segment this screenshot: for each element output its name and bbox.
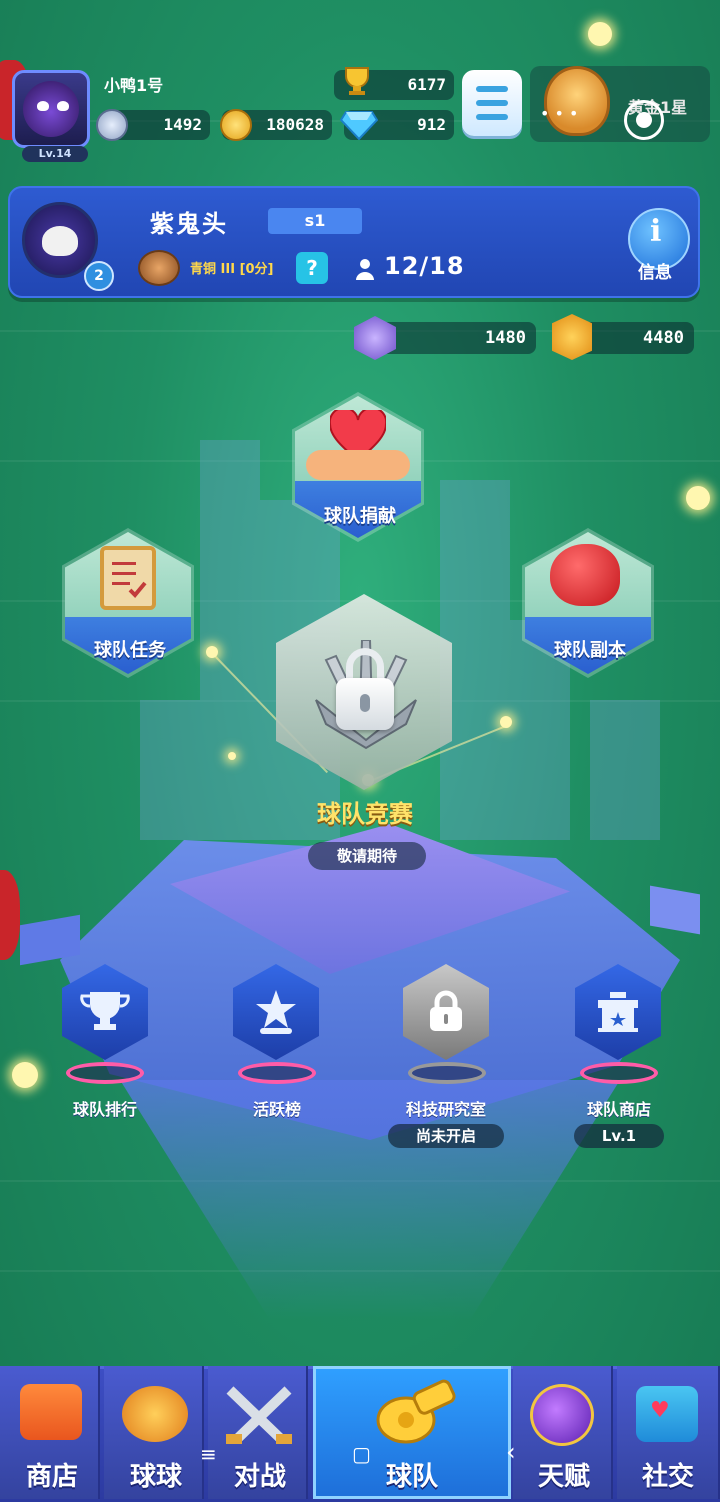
tech-status: 尚未开启 xyxy=(388,1124,504,1148)
nav-label-team: 球队 xyxy=(385,1462,438,1492)
nav-label-social: 社交 xyxy=(641,1462,694,1492)
floating-cube xyxy=(650,885,700,935)
city-building xyxy=(140,700,200,840)
battle-swords-icon xyxy=(222,1382,296,1448)
team-purple-stat: 1480 xyxy=(372,322,536,354)
lock-icon-small xyxy=(428,990,464,1032)
system-back-button[interactable]: ‹ xyxy=(506,1438,516,1466)
star-podium-icon xyxy=(250,988,302,1036)
shop-label: 球队商店 xyxy=(586,1100,651,1119)
donate-label: 球队捐献 xyxy=(324,506,396,527)
avatar-face-icon xyxy=(23,81,79,137)
purple-stat-value: 1480 xyxy=(485,328,526,348)
trophy-icon xyxy=(340,66,374,96)
team-name: 紫鬼头 xyxy=(150,210,228,238)
info-icon: i xyxy=(650,214,662,249)
city-building xyxy=(590,700,660,840)
shop-level: Lv.1 xyxy=(574,1124,664,1148)
ranking-label: 球队排行 xyxy=(72,1100,137,1119)
string-light xyxy=(588,22,612,46)
gold-value: 180628 xyxy=(266,115,324,134)
diamond-value: 912 xyxy=(417,115,446,134)
player-avatar[interactable] xyxy=(12,70,90,148)
heart-small-icon: ♥ xyxy=(650,1398,670,1423)
hands-icon xyxy=(306,450,410,480)
silver-value: 1492 xyxy=(163,115,202,134)
player-level: Lv.14 xyxy=(22,146,88,162)
main-menu-button[interactable] xyxy=(462,70,522,136)
trophy-cup-icon xyxy=(80,990,130,1034)
team-gold-stat: 4480 xyxy=(574,322,694,354)
season-badge: s1 xyxy=(268,208,362,234)
rank-help-button[interactable]: ? xyxy=(296,252,328,284)
string-light xyxy=(686,486,710,510)
activity-label: 活跃榜 xyxy=(252,1100,301,1119)
diamond-icon xyxy=(339,108,379,141)
gold-rank-medal-icon xyxy=(544,66,610,136)
talent-orb-icon xyxy=(530,1384,594,1446)
member-icon xyxy=(356,258,374,280)
shop-icon xyxy=(20,1384,82,1440)
whistle-icon xyxy=(366,1376,458,1446)
player-name: 小鸭1号 xyxy=(104,76,164,95)
clipboard-icon xyxy=(100,546,156,610)
skull-icon xyxy=(42,226,78,256)
nav-label-balls: 球球 xyxy=(129,1462,182,1492)
member-count: 12/18 xyxy=(384,252,465,280)
competition-status: 敬请期待 xyxy=(308,842,426,870)
boxing-glove-icon xyxy=(550,544,620,606)
team-level-badge: 2 xyxy=(84,261,114,291)
balls-icon xyxy=(122,1386,188,1442)
gold-stat-value: 4480 xyxy=(643,328,684,348)
capture-dot-icon xyxy=(636,112,652,128)
overlay-dots: • • • xyxy=(540,104,579,123)
silver-star-icon xyxy=(96,109,128,141)
system-menu-button[interactable]: ≡ xyxy=(200,1442,217,1466)
decor-bow xyxy=(0,870,20,960)
nav-label-battle: 对战 xyxy=(233,1462,286,1492)
team-rank: 青铜 III [0分] xyxy=(190,262,274,277)
island-base xyxy=(120,1080,620,1320)
tasks-label: 球队任务 xyxy=(94,640,166,661)
info-label: 信息 xyxy=(638,263,672,283)
shop-stall-icon xyxy=(594,990,642,1034)
gold-star-badge-icon xyxy=(552,314,592,360)
nav-label-talent: 天赋 xyxy=(537,1462,590,1492)
tech-label: 科技研究室 xyxy=(405,1100,486,1119)
trophy-value: 6177 xyxy=(407,75,446,94)
competition-title: 球队竞赛 xyxy=(317,800,413,828)
system-home-button[interactable]: ▢ xyxy=(352,1442,371,1466)
city-building xyxy=(200,440,260,840)
string-light xyxy=(12,1062,38,1088)
gold-coin-icon xyxy=(220,109,252,141)
bronze-rank-icon xyxy=(138,250,180,286)
nav-label-shop: 商店 xyxy=(25,1462,78,1492)
dungeon-label: 球队副本 xyxy=(554,640,626,661)
